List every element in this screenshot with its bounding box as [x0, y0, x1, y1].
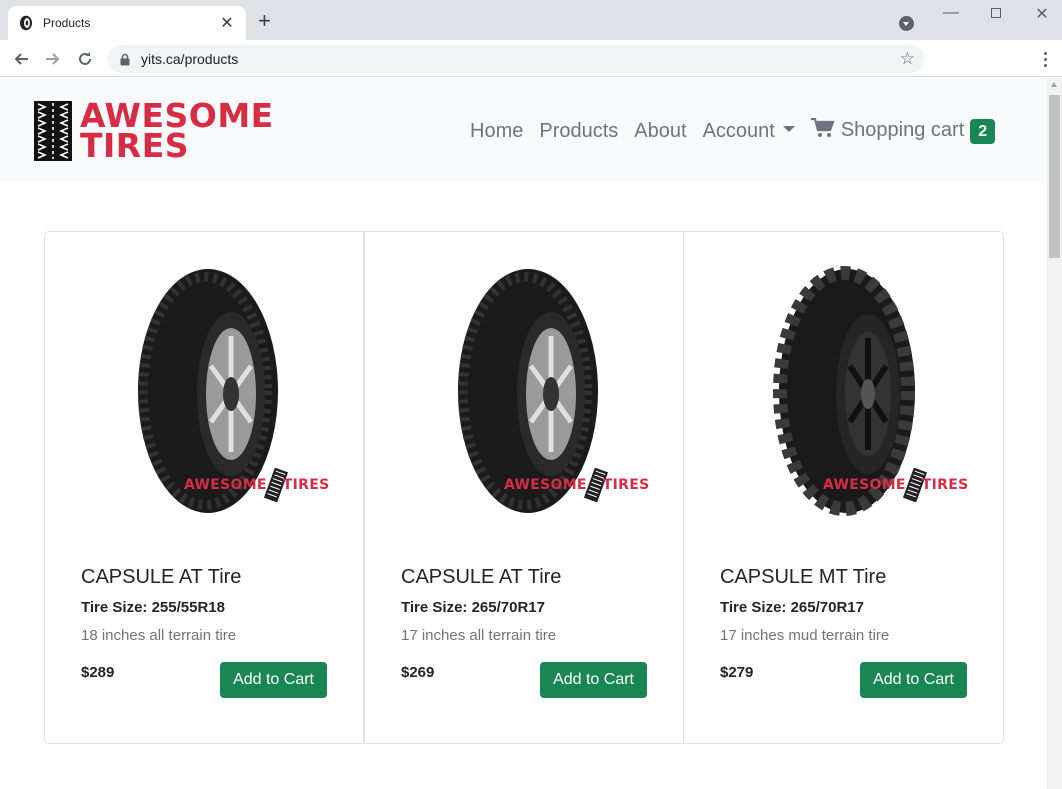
lock-icon	[120, 53, 130, 65]
product-list: AWESOME TIRES CAPSULE AT Tire Tire Size:…	[44, 231, 1004, 744]
product-description: 17 inches all terrain tire	[401, 627, 557, 644]
watermark-tires: TIRES	[282, 477, 330, 493]
page-viewport: AWESOME TIRES Home Products About Accoun…	[0, 78, 1062, 789]
product-card: AWESOME TIRES CAPSULE MT Tire Tire Size:…	[684, 231, 1004, 744]
minimize-icon[interactable]: —	[928, 4, 974, 22]
add-to-cart-button[interactable]: Add to Cart	[860, 662, 967, 698]
watermark: AWESOME TIRES	[184, 468, 329, 502]
watermark-awesome: AWESOME	[823, 477, 906, 493]
shopping-cart-icon	[810, 117, 835, 137]
tire-tread-logo-icon	[34, 101, 72, 161]
tab-close-icon[interactable]: ✕	[218, 13, 236, 33]
watermark-awesome: AWESOME	[504, 477, 587, 493]
cart-label: Shopping cart	[840, 119, 965, 141]
site-logo[interactable]: AWESOME TIRES	[34, 99, 274, 165]
tab-search-icon[interactable]	[899, 16, 914, 31]
watermark-awesome: AWESOME	[184, 477, 267, 493]
main-nav: Home Products About Account Shopping car…	[470, 117, 996, 144]
cart-count-badge: 2	[970, 119, 996, 144]
browser-tab[interactable]: Products ✕	[8, 6, 246, 40]
back-arrow-icon[interactable]	[9, 47, 33, 71]
product-description: 17 inches mud terrain tire	[720, 627, 890, 644]
logo-text-line2: TIRES	[80, 126, 190, 165]
browser-tab-strip: Products ✕ + — ✕	[0, 0, 1062, 40]
window-close-icon[interactable]: ✕	[1019, 4, 1062, 24]
scrollbar-thumb[interactable]	[1049, 95, 1060, 258]
product-size: Tire Size: 265/70R17	[720, 599, 864, 616]
tab-title: Products	[43, 16, 91, 30]
reload-icon[interactable]	[73, 47, 97, 71]
product-card: AWESOME TIRES CAPSULE AT Tire Tire Size:…	[364, 231, 684, 744]
product-size: Tire Size: 255/55R18	[81, 599, 225, 616]
product-size: Tire Size: 265/70R17	[401, 599, 545, 616]
nav-shopping-cart[interactable]: Shopping cart 2	[810, 117, 996, 144]
watermark: AWESOME TIRES	[504, 468, 649, 502]
nav-about[interactable]: About	[634, 120, 686, 143]
address-bar[interactable]: yits.ca/products ☆	[107, 45, 925, 73]
page-scrollbar[interactable]	[1047, 78, 1062, 789]
nav-home[interactable]: Home	[470, 120, 523, 143]
bookmark-star-icon[interactable]: ☆	[900, 49, 915, 69]
browser-toolbar: yits.ca/products ☆	[0, 40, 1062, 77]
nav-account-dropdown[interactable]: Account	[703, 120, 795, 143]
site-navbar: AWESOME TIRES Home Products About Accoun…	[0, 78, 1047, 183]
add-to-cart-button[interactable]: Add to Cart	[220, 662, 327, 698]
watermark: AWESOME TIRES	[823, 468, 968, 502]
watermark-tires: TIRES	[602, 477, 650, 493]
product-name: CAPSULE AT Tire	[81, 566, 242, 588]
product-name: CAPSULE AT Tire	[401, 566, 562, 588]
browser-menu-icon[interactable]	[1038, 48, 1052, 70]
product-card: AWESOME TIRES CAPSULE AT Tire Tire Size:…	[44, 231, 364, 744]
tire-favicon-icon	[20, 15, 32, 31]
nav-products[interactable]: Products	[539, 120, 618, 143]
url-text: yits.ca/products	[141, 51, 239, 67]
watermark-tires: TIRES	[921, 477, 969, 493]
new-tab-icon[interactable]: +	[258, 10, 271, 32]
product-description: 18 inches all terrain tire	[81, 627, 237, 644]
product-price: $269	[401, 664, 435, 681]
product-price: $289	[81, 664, 115, 681]
forward-arrow-icon[interactable]	[41, 47, 65, 71]
add-to-cart-button[interactable]: Add to Cart	[540, 662, 647, 698]
maximize-icon[interactable]	[973, 4, 1019, 23]
nav-account-label: Account	[702, 119, 775, 142]
scroll-up-icon[interactable]	[1051, 82, 1057, 87]
product-price: $279	[720, 664, 754, 681]
product-name: CAPSULE MT Tire	[720, 566, 887, 588]
caret-down-icon	[782, 126, 795, 133]
